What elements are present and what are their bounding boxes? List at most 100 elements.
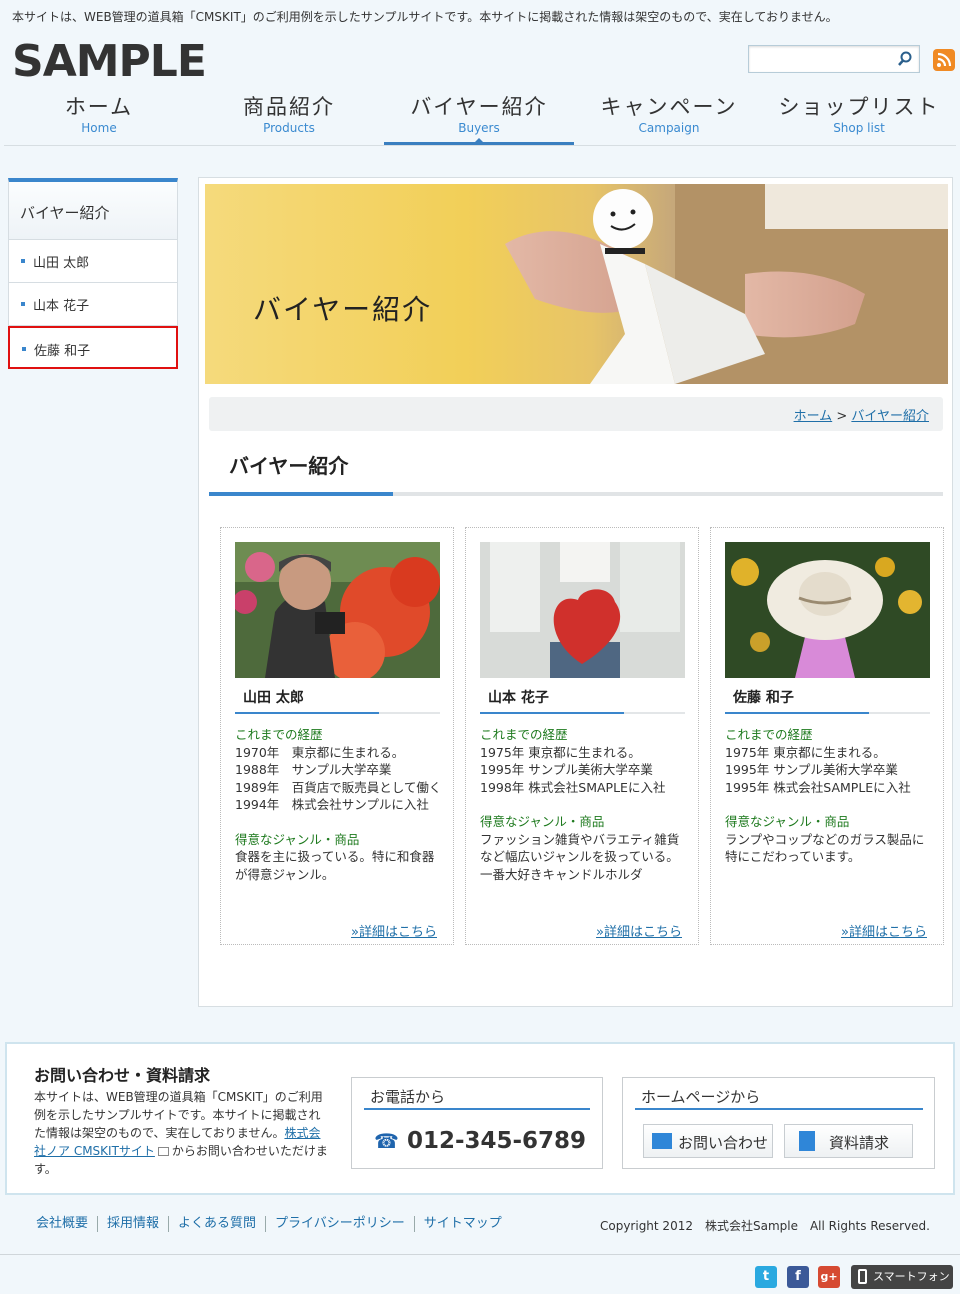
site-logo[interactable]: SAMPLE [12,36,207,87]
phone-icon: ☎ [374,1129,399,1153]
google-plus-icon[interactable]: g+ [818,1266,840,1288]
request-button[interactable]: 資料請求 [784,1124,913,1158]
nav-home[interactable]: ホーム Home [4,94,194,145]
nav-products[interactable]: 商品紹介 Products [194,94,384,145]
copyright: Copyright 2012 株式会社Sample All Rights Res… [599,1219,930,1233]
genre-label: 得意なジャンル・商品 [235,831,360,847]
footer-link-recruit[interactable]: 採用情報 [97,1216,168,1232]
buyer-photo-yamamoto[interactable] [480,542,685,678]
career-line: 1995年 株式会社SAMPLEに入社 [725,779,911,795]
contact-description: 本サイトは、WEB管理の道具箱「CMSKIT」のご利用例を示したサンプルサイトで… [34,1090,323,1140]
web-contact-underline [635,1108,923,1110]
smartphone-button[interactable]: スマートフォン [851,1265,953,1289]
career-line: 1975年 東京都に生まれる。 [725,744,886,760]
sidebar: バイヤー紹介 山田 太郎 山本 花子 佐藤 和子 [8,178,178,369]
breadcrumb-current[interactable]: バイヤー紹介 [851,409,929,424]
name-underline [235,712,440,714]
smartphone-label: スマートフォン [873,1270,950,1283]
breadcrumb-separator: > [836,409,848,424]
buyer-profile: これまでの経歴 1970年 東京都に生まれる。 1988年 サンプル大学卒業 1… [235,726,443,883]
genre-text: 食器を主に扱っている。特に和食器が得意ジャンル。 [235,849,435,882]
sidebar-item-sato[interactable]: 佐藤 和子 [8,326,178,369]
career-line: 1975年 東京都に生まれる。 [480,744,641,760]
detail-link[interactable]: »詳細はこちら [841,921,927,940]
phone-number-row[interactable]: ☎ 012-345-6789 [374,1128,586,1154]
global-nav: ホーム Home 商品紹介 Products バイヤー紹介 Buyers キャンペーン… [4,94,956,146]
site-notice: 本サイトは、WEB管理の道具箱「CMSKIT」のご利用例を示したサンプルサイトで… [12,10,838,24]
footer-link-privacy[interactable]: プライバシーポリシー [265,1216,414,1232]
document-icon [799,1131,815,1151]
nav-shop-list[interactable]: ショップリスト Shop list [764,94,954,145]
detail-link[interactable]: »詳細はこちら [596,921,682,940]
nav-sublabel: Shop list [833,121,885,135]
footer-nav: 会社概要 採用情報 よくある質問 プライバシーポリシー サイトマップ [36,1216,511,1232]
genre-label: 得意なジャンル・商品 [480,814,605,829]
footer-link-sitemap[interactable]: サイトマップ [413,1216,511,1232]
mail-icon [652,1133,672,1149]
phone-number: 012-345-6789 [406,1128,587,1154]
name-underline [725,712,930,714]
search-input[interactable] [749,46,889,72]
phone-box: お電話から ☎ 012-345-6789 [351,1077,603,1169]
phone-label: お電話から [370,1088,446,1106]
nav-campaign[interactable]: キャンペーン Campaign [574,94,764,145]
web-contact-box: ホームページから お問い合わせ 資料請求 [622,1077,935,1169]
search-box [748,45,920,73]
hero-photo [505,184,948,384]
phone-underline [364,1108,590,1110]
external-link-icon [157,1147,169,1156]
breadcrumb: ホーム > バイヤー紹介 [209,397,943,431]
buyer-name: 山本 花子 [488,690,549,706]
contact-text: 本サイトは、WEB管理の道具箱「CMSKIT」のご利用例を示したサンプルサイトで… [34,1088,332,1178]
nav-label: キャンペーン [600,95,738,119]
main-content: バイヤー紹介 ホーム > バイヤー紹介 バイヤー紹介 山田 太郎 これまでの経歴… [198,177,953,1007]
sidebar-item-yamamoto[interactable]: 山本 花子 [8,283,178,326]
career-line: 1988年 サンプル大学卒業 [235,762,392,777]
web-contact-label: ホームページから [641,1088,761,1106]
name-underline [480,712,685,714]
career-line: 1995年 サンプル美術大学卒業 [480,762,653,777]
search-icon[interactable] [897,51,913,67]
genre-text: ランプやコップなどのガラス製品に特にこだわっています。 [725,831,925,865]
contact-title: お問い合わせ・資料請求 [34,1066,211,1085]
sidebar-item-yamada[interactable]: 山田 太郎 [8,240,178,283]
detail-link[interactable]: »詳細はこちら [351,921,437,940]
buyer-card: 佐藤 和子 これまでの経歴 1975年 東京都に生まれる。 1995年 サンプル… [710,527,944,945]
nav-sublabel: Home [81,121,117,135]
buyer-name: 山田 太郎 [243,690,304,706]
smartphone-icon [858,1269,867,1284]
contact-section: お問い合わせ・資料請求 本サイトは、WEB管理の道具箱「CMSKIT」のご利用例… [5,1042,955,1195]
buyer-card: 山本 花子 これまでの経歴 1975年 東京都に生まれる。 1995年 サンプル… [465,527,699,945]
career-label: これまでの経歴 [725,727,813,742]
breadcrumb-home[interactable]: ホーム [794,409,833,424]
nav-sublabel: Products [263,121,315,135]
inquiry-label: お問い合わせ [678,1134,769,1152]
footer-divider [0,1254,960,1255]
genre-label: 得意なジャンル・商品 [725,814,850,829]
career-line: 1998年 株式会社SMAPLEに入社 [480,779,666,795]
buyer-name: 佐藤 和子 [733,690,794,706]
nav-label: ショップリスト [778,95,940,119]
career-label: これまでの経歴 [235,727,323,742]
career-line: 1994年 株式会社サンプルに入社 [235,797,429,812]
page-title: バイヤー紹介 [229,454,349,478]
nav-buyers[interactable]: バイヤー紹介 Buyers [384,94,574,145]
buyer-card: 山田 太郎 これまでの経歴 1970年 東京都に生まれる。 1988年 サンプル… [220,527,454,945]
inquiry-button[interactable]: お問い合わせ [643,1124,773,1158]
request-label: 資料請求 [829,1134,890,1152]
career-line: 1995年 サンプル美術大学卒業 [725,762,898,777]
buyer-photo-yamada[interactable] [235,542,440,678]
nav-sublabel: Buyers [458,121,500,135]
footer-link-faq[interactable]: よくある質問 [168,1216,265,1232]
buyer-profile: これまでの経歴 1975年 東京都に生まれる。 1995年 サンプル美術大学卒業… [725,726,933,866]
facebook-icon[interactable]: f [787,1266,809,1288]
career-line: 1970年 東京都に生まれる。 [235,744,405,760]
nav-label: 商品紹介 [243,95,335,119]
rss-icon[interactable] [933,49,955,71]
sidebar-title: バイヤー紹介 [8,178,178,240]
twitter-icon[interactable]: t [755,1266,777,1288]
footer-link-company[interactable]: 会社概要 [36,1216,97,1232]
buyer-profile: これまでの経歴 1975年 東京都に生まれる。 1995年 サンプル美術大学卒業… [480,726,688,883]
career-line: 1989年 百貨店で販売員として働く [235,779,442,795]
buyer-photo-sato[interactable] [725,542,930,678]
